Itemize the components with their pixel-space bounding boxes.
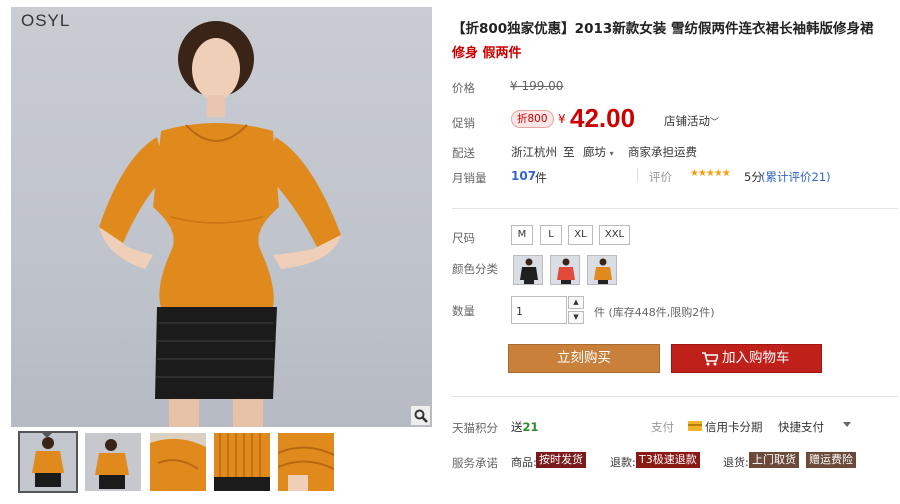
buy-now-button[interactable]: 立刻购买 bbox=[508, 344, 660, 373]
store-activity-dropdown[interactable]: 店铺活动﹀ bbox=[664, 113, 719, 129]
size-label: 尺码 bbox=[452, 231, 475, 245]
quantity-label: 数量 bbox=[452, 304, 475, 318]
points-text: 送 bbox=[511, 420, 523, 434]
rating-label: 评价 bbox=[649, 170, 672, 184]
pickup-badge[interactable]: 上门取货 bbox=[749, 452, 799, 468]
promo-price-label: 促销 bbox=[452, 116, 475, 130]
monthly-sales-label: 月销量 bbox=[452, 171, 487, 185]
add-to-cart-button[interactable]: 加入购物车 bbox=[671, 344, 822, 373]
credit-card-installment-link[interactable]: 信用卡分期 bbox=[705, 419, 763, 435]
cart-icon bbox=[702, 352, 718, 366]
thumbnail-image bbox=[214, 433, 270, 491]
ship-on-time-badge[interactable]: 按时发货 bbox=[536, 452, 586, 468]
monthly-sales-count: 107 bbox=[511, 169, 537, 183]
ship-to-word: 至 bbox=[563, 145, 575, 159]
main-product-image[interactable]: OSYL bbox=[11, 7, 432, 427]
quantity-increase-button[interactable]: ▲ bbox=[568, 296, 584, 309]
rating-score: 5分 bbox=[744, 170, 763, 184]
payment-label: 支付 bbox=[651, 420, 674, 434]
thumbnail-image bbox=[278, 433, 334, 491]
thumbnail-3[interactable] bbox=[150, 433, 206, 491]
refund-prefix: 退款: bbox=[610, 456, 636, 469]
separator bbox=[637, 168, 638, 182]
thumbnail-image bbox=[150, 433, 206, 491]
size-option-l[interactable]: L bbox=[540, 225, 562, 245]
caret-down-icon: ▾ bbox=[609, 149, 614, 158]
shipping-fee: 商家承担运费 bbox=[628, 145, 697, 159]
stock-info: 件 (库存448件,限购2件) bbox=[594, 306, 715, 319]
quantity-decrease-button[interactable]: ▼ bbox=[568, 311, 584, 324]
chevron-down-icon: ﹀ bbox=[710, 118, 720, 128]
ship-promise-prefix: 商品: bbox=[511, 456, 537, 469]
thumbnail-strip bbox=[11, 431, 432, 495]
ship-from: 浙江杭州 bbox=[511, 145, 557, 159]
product-subtitle: 修身 假两件 bbox=[452, 46, 522, 61]
credit-card-icon bbox=[688, 421, 702, 431]
return-prefix: 退货: bbox=[723, 456, 749, 469]
points-label: 天猫积分 bbox=[452, 421, 498, 435]
color-option-orange[interactable] bbox=[587, 255, 617, 285]
divider bbox=[452, 208, 898, 209]
points-info: 送21 bbox=[511, 419, 539, 435]
fast-refund-badge[interactable]: T3极速退款 bbox=[636, 452, 700, 468]
color-swatch-image bbox=[551, 256, 579, 284]
promo-price: 42.00 bbox=[570, 103, 636, 133]
divider bbox=[452, 396, 898, 397]
color-option-red[interactable] bbox=[550, 255, 580, 285]
size-option-xl[interactable]: XL bbox=[568, 225, 593, 245]
color-swatch-image bbox=[588, 256, 616, 284]
thumbnail-1[interactable] bbox=[18, 431, 78, 493]
color-option-black[interactable] bbox=[513, 255, 543, 285]
shipping-insurance-badge[interactable]: 赠运费险 bbox=[806, 452, 856, 468]
quantity-input[interactable]: 1 bbox=[511, 296, 567, 324]
shipping-label: 配送 bbox=[452, 146, 475, 160]
caret-down-icon[interactable] bbox=[843, 422, 851, 427]
currency-symbol: ¥ bbox=[558, 112, 566, 126]
thumbnail-image bbox=[85, 433, 141, 491]
ship-to-dropdown[interactable]: 廊坊 ▾ bbox=[583, 144, 614, 160]
thumbnail-4[interactable] bbox=[214, 433, 270, 491]
add-to-cart-label: 加入购物车 bbox=[722, 350, 790, 366]
service-label: 服务承诺 bbox=[452, 456, 498, 470]
thumbnail-5[interactable] bbox=[278, 433, 334, 491]
star-rating-icon: ★★★★★ bbox=[690, 168, 731, 179]
points-value: 21 bbox=[522, 420, 539, 434]
size-option-m[interactable]: M bbox=[511, 225, 533, 245]
brand-watermark: OSYL bbox=[21, 11, 71, 30]
product-title: 【折800独家优惠】2013新款女装 雪纺假两件连衣裙长袖韩版修身裙 bbox=[452, 21, 874, 37]
monthly-sales-unit: 件 bbox=[535, 171, 548, 185]
size-option-xxl[interactable]: XXL bbox=[599, 225, 630, 245]
color-label: 颜色分类 bbox=[452, 262, 498, 276]
magnifier-icon bbox=[414, 409, 428, 423]
thumbnail-image bbox=[20, 433, 76, 491]
color-swatch-image bbox=[514, 256, 542, 284]
store-activity-label: 店铺活动 bbox=[664, 114, 710, 128]
thumbnail-2[interactable] bbox=[85, 433, 141, 491]
promo-badge: 折800 bbox=[511, 110, 554, 128]
review-count-link[interactable]: (累计评价21) bbox=[761, 169, 831, 185]
ship-to-city: 廊坊 bbox=[583, 145, 606, 159]
original-price: ¥ 199.00 bbox=[510, 79, 564, 93]
quick-pay-link[interactable]: 快捷支付 bbox=[778, 419, 824, 435]
zoom-button[interactable] bbox=[410, 405, 431, 426]
model-illustration bbox=[99, 21, 341, 427]
original-price-label: 价格 bbox=[452, 81, 475, 95]
